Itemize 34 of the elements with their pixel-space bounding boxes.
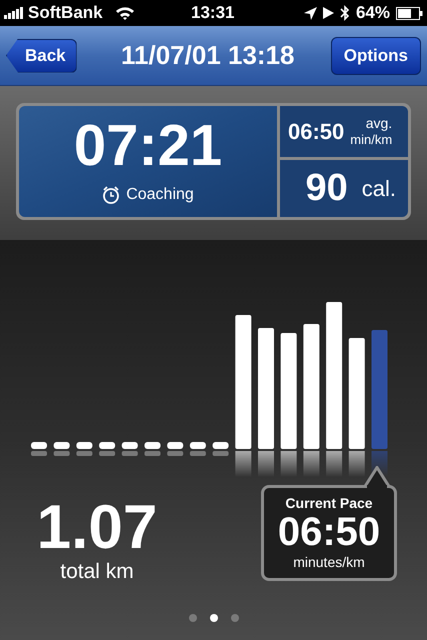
signal-icon	[4, 7, 24, 19]
average-pace-value: 06:50	[288, 118, 344, 146]
duration-value: 07:21	[74, 116, 222, 174]
average-label: avg.	[366, 114, 392, 132]
current-pace-title: Current Pace	[285, 494, 373, 512]
wifi-icon	[114, 6, 135, 20]
distance-label: total km	[60, 559, 134, 585]
empty-pace-bar	[144, 442, 160, 456]
average-unit: min/km	[350, 132, 392, 148]
screen-title: 11/07/01 13:18	[121, 39, 294, 72]
location-arrow-icon	[304, 6, 317, 20]
empty-pace-bar	[31, 442, 47, 456]
options-button[interactable]: Options	[330, 36, 421, 74]
empty-pace-bar	[167, 442, 184, 456]
empty-pace-bar	[122, 442, 138, 456]
battery-percent: 64%	[356, 2, 390, 24]
clock-time: 13:31	[191, 2, 234, 24]
alarm-clock-icon	[102, 186, 120, 204]
calories-unit: cal.	[362, 175, 396, 203]
battery-icon	[396, 6, 423, 20]
empty-pace-bar	[99, 442, 116, 456]
coaching-label: Coaching	[126, 184, 194, 204]
current-pace-value: 06:50	[278, 512, 380, 552]
back-button[interactable]: Back	[6, 38, 77, 72]
calories-value: 90	[305, 166, 348, 211]
empty-pace-bar	[54, 442, 70, 456]
bluetooth-icon	[340, 5, 350, 21]
carrier-name: SoftBank	[28, 2, 103, 24]
play-icon	[322, 7, 334, 19]
current-pace-unit: minutes/km	[293, 554, 365, 572]
empty-pace-bar	[76, 442, 92, 456]
empty-pace-bar	[190, 442, 206, 456]
distance-value: 1.07	[36, 497, 158, 559]
empty-pace-bar	[212, 442, 229, 456]
